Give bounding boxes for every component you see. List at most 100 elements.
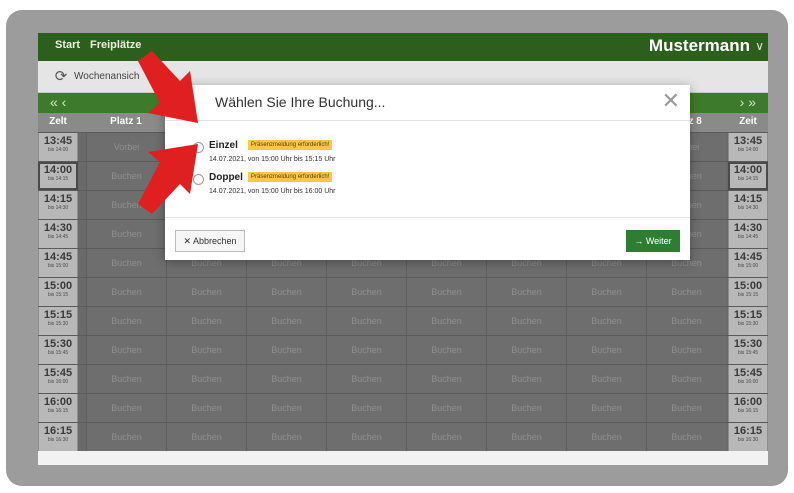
time-cell: 15:30 bis 15:45 [38, 336, 78, 364]
time-sublabel: bis 14:30 [737, 205, 759, 211]
booking-slot[interactable]: Buchen [166, 336, 246, 364]
booking-slot[interactable]: Buchen [86, 307, 166, 335]
time-sublabel: bis 15:45 [47, 350, 69, 356]
booking-slot[interactable]: Buchen [406, 423, 486, 451]
booking-slot[interactable]: Buchen [166, 278, 246, 306]
booking-slot[interactable]: Buchen [646, 423, 726, 451]
time-label: 14:45 [733, 251, 763, 263]
time-sublabel: bis 16:15 [47, 408, 69, 414]
time-label: 15:15 [733, 309, 763, 321]
booking-slot[interactable]: Buchen [86, 394, 166, 422]
dialog-header: Wählen Sie Ihre Buchung... ✕ [165, 85, 690, 121]
time-cell: 15:30 bis 15:45 [728, 336, 768, 364]
prev-day-icon[interactable]: « ‹ [50, 94, 66, 110]
cancel-button[interactable]: ✕ Abbrechen [175, 230, 245, 252]
booking-slot[interactable]: Buchen [86, 278, 166, 306]
booking-slot[interactable]: Buchen [486, 278, 566, 306]
booking-slot[interactable]: Buchen [566, 278, 646, 306]
table-row: 15:00 bis 15:15 Buchen Buchen Buchen Buchen Bu… [38, 277, 768, 306]
booking-slot[interactable]: Buchen [646, 365, 726, 393]
time-sublabel: bis 15:30 [47, 321, 69, 327]
time-cell: 15:45 bis 16:00 [728, 365, 768, 393]
time-sublabel: bis 15:00 [737, 263, 759, 269]
next-day-icon[interactable]: › » [740, 94, 756, 110]
time-cell: 14:15 bis 14:30 [38, 191, 78, 219]
time-label: 16:15 [43, 425, 73, 437]
booking-slot[interactable]: Buchen [566, 423, 646, 451]
booking-slot[interactable]: Buchen [486, 336, 566, 364]
booking-slot[interactable]: Buchen [246, 307, 326, 335]
booking-slot[interactable]: Buchen [246, 365, 326, 393]
week-view-button[interactable]: Wochenansich [74, 71, 139, 82]
option-time: 14.07.2021, von 15:00 Uhr bis 16:00 Uhr [209, 188, 336, 195]
time-cell: 13:45 bis 14:00 [728, 133, 768, 161]
booking-slot[interactable]: Buchen [166, 365, 246, 393]
time-label: 14:00 [43, 164, 73, 176]
time-label: 15:00 [733, 280, 763, 292]
booking-slot[interactable]: Buchen [566, 307, 646, 335]
time-label: 15:45 [43, 367, 73, 379]
chevron-down-icon[interactable]: ∨ [755, 39, 764, 53]
time-sublabel: bis 16:00 [737, 379, 759, 385]
time-label: 16:00 [43, 396, 73, 408]
time-cell: 14:30 bis 14:45 [38, 220, 78, 248]
booking-slot[interactable]: Buchen [246, 394, 326, 422]
booking-slot[interactable]: Buchen [486, 394, 566, 422]
nav-start-link[interactable]: Start [55, 39, 80, 51]
time-label: 14:30 [733, 222, 763, 234]
booking-slot[interactable]: Buchen [486, 423, 566, 451]
time-cell: 16:00 bis 16:15 [38, 394, 78, 422]
booking-slot[interactable]: Buchen [566, 365, 646, 393]
booking-slot[interactable]: Buchen [326, 336, 406, 364]
booking-slot[interactable]: Buchen [646, 278, 726, 306]
booking-slot[interactable]: Buchen [326, 394, 406, 422]
booking-slot[interactable]: Buchen [406, 365, 486, 393]
booking-slot[interactable]: Buchen [246, 336, 326, 364]
booking-slot[interactable]: Buchen [406, 307, 486, 335]
close-icon[interactable]: ✕ [662, 89, 680, 113]
booking-slot[interactable]: Buchen [166, 394, 246, 422]
time-cell: 14:30 bis 14:45 [728, 220, 768, 248]
booking-slot[interactable]: Buchen [486, 365, 566, 393]
nav-freiplaetze-link[interactable]: Freiplätze [90, 39, 141, 51]
time-cell: 16:15 bis 16:30 [728, 423, 768, 451]
booking-slot[interactable]: Buchen [326, 423, 406, 451]
booking-slot[interactable]: Buchen [86, 365, 166, 393]
booking-slot[interactable]: Buchen [406, 394, 486, 422]
status-badge: Präsenzmeldung erforderlich! [248, 172, 333, 182]
booking-slot[interactable]: Buchen [246, 278, 326, 306]
booking-slot[interactable]: Buchen [326, 307, 406, 335]
booking-slot[interactable]: Buchen [86, 220, 166, 248]
time-cell: 14:00 bis 14:15 [728, 162, 768, 190]
time-cell: 14:00 bis 14:15 [38, 162, 78, 190]
booking-slot[interactable]: Buchen [86, 336, 166, 364]
booking-slot[interactable]: Buchen [646, 394, 726, 422]
table-row: 15:15 bis 15:30 Buchen Buchen Buchen Buchen Bu… [38, 306, 768, 335]
next-button[interactable]: → Weiter [626, 230, 680, 252]
time-label: 14:30 [43, 222, 73, 234]
time-label: 15:00 [43, 280, 73, 292]
booking-slot[interactable]: Buchen [406, 336, 486, 364]
booking-slot[interactable]: Buchen [86, 249, 166, 277]
time-label: 15:15 [43, 309, 73, 321]
booking-slot[interactable]: Buchen [326, 365, 406, 393]
booking-slot[interactable]: Buchen [246, 423, 326, 451]
time-cell: 13:45 bis 14:00 [38, 133, 78, 161]
table-row: 15:45 bis 16:00 Buchen Buchen Buchen Buchen Bu… [38, 364, 768, 393]
booking-slot[interactable]: Buchen [566, 336, 646, 364]
booking-slot[interactable]: Buchen [326, 278, 406, 306]
booking-slot[interactable]: Buchen [486, 307, 566, 335]
booking-slot[interactable]: Buchen [166, 423, 246, 451]
time-label: 15:30 [43, 338, 73, 350]
user-menu[interactable]: Mustermann [649, 36, 750, 56]
refresh-icon[interactable]: ⟳ [52, 68, 70, 86]
booking-slot[interactable]: Buchen [646, 336, 726, 364]
time-label: 14:00 [733, 164, 763, 176]
time-cell: 14:15 bis 14:30 [728, 191, 768, 219]
booking-slot[interactable]: Buchen [166, 307, 246, 335]
time-cell: 14:45 bis 15:00 [728, 249, 768, 277]
booking-slot[interactable]: Buchen [566, 394, 646, 422]
booking-slot[interactable]: Buchen [86, 423, 166, 451]
booking-slot[interactable]: Buchen [406, 278, 486, 306]
booking-slot[interactable]: Buchen [646, 307, 726, 335]
